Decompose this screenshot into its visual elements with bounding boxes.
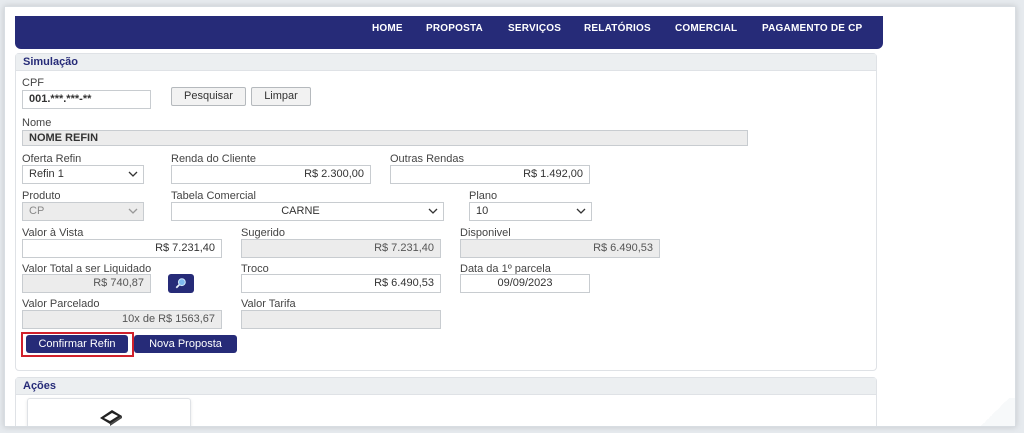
tabela-comercial-label: Tabela Comercial xyxy=(171,190,256,202)
confirmar-refin-button[interactable]: Confirmar Refin xyxy=(26,335,128,353)
valor-tarifa-label: Valor Tarifa xyxy=(241,298,296,310)
plano-label: Plano xyxy=(469,190,498,202)
nav-comercial[interactable]: COMERCIAL xyxy=(675,23,737,34)
chevron-down-icon xyxy=(128,171,138,177)
page-curl xyxy=(975,398,1015,426)
disponivel-label: Disponivel xyxy=(460,227,511,239)
tabela-comercial-select[interactable]: CARNE xyxy=(171,202,444,221)
nav-home[interactable]: HOME xyxy=(372,23,403,34)
top-navbar: HOME PROPOSTA SERVIÇOS RELATÓRIOS COMERC… xyxy=(15,16,883,49)
oferta-refin-value: Refin 1 xyxy=(29,168,64,180)
produto-select: CP xyxy=(22,202,144,221)
tabela-comercial-value: CARNE xyxy=(281,205,320,217)
nav-proposta[interactable]: PROPOSTA xyxy=(426,23,483,34)
nav-servicos[interactable]: SERVIÇOS xyxy=(508,23,561,34)
outras-rendas-input[interactable]: R$ 1.492,00 xyxy=(390,165,590,184)
troco-input[interactable]: R$ 6.490,53 xyxy=(241,274,441,293)
action-card[interactable] xyxy=(27,398,191,426)
chevron-down-icon xyxy=(428,208,438,214)
nav-relatorios[interactable]: RELATÓRIOS xyxy=(584,23,651,34)
chevron-down-icon xyxy=(576,208,586,214)
valor-parcelado-input: 10x de R$ 1563,67 xyxy=(22,310,222,329)
renda-cliente-label: Renda do Cliente xyxy=(171,153,257,165)
simulacao-panel: Simulação CPF 001.***.***-** Pesquisar L… xyxy=(15,53,877,371)
nav-pagamento-cp[interactable]: PAGAMENTO DE CP xyxy=(762,23,862,34)
simulacao-title: Simulação xyxy=(16,54,876,71)
valor-tarifa-input xyxy=(241,310,441,329)
chevron-down-icon xyxy=(128,208,138,214)
detalhes-button[interactable] xyxy=(168,274,194,293)
valor-total-input: R$ 740,87 xyxy=(22,274,151,293)
valor-vista-label: Valor à Vista xyxy=(22,227,84,239)
oferta-refin-label: Oferta Refin xyxy=(22,153,82,165)
oferta-refin-select[interactable]: Refin 1 xyxy=(22,165,144,184)
scanner-icon xyxy=(100,410,122,426)
nome-label: Nome xyxy=(22,117,52,129)
acoes-panel: Ações xyxy=(15,377,877,426)
data-parcela-input[interactable]: 09/09/2023 xyxy=(460,274,590,293)
sugerido-label: Sugerido xyxy=(241,227,286,239)
limpar-button[interactable]: Limpar xyxy=(251,87,311,106)
nova-proposta-button[interactable]: Nova Proposta xyxy=(134,335,237,353)
plano-value: 10 xyxy=(476,205,489,217)
cpf-label: CPF xyxy=(22,77,44,89)
outras-rendas-label: Outras Rendas xyxy=(390,153,464,165)
nome-input: NOME REFIN xyxy=(22,130,748,146)
cpf-input[interactable]: 001.***.***-** xyxy=(22,90,151,109)
acoes-title: Ações xyxy=(16,378,876,395)
sugerido-input: R$ 7.231,40 xyxy=(241,239,441,258)
pesquisar-button[interactable]: Pesquisar xyxy=(171,87,246,106)
magnifier-icon xyxy=(175,278,186,289)
produto-label: Produto xyxy=(22,190,61,202)
plano-select[interactable]: 10 xyxy=(469,202,592,221)
valor-parcelado-label: Valor Parcelado xyxy=(22,298,100,310)
renda-cliente-input[interactable]: R$ 2.300,00 xyxy=(171,165,371,184)
valor-vista-input[interactable]: R$ 7.231,40 xyxy=(22,239,222,258)
disponivel-input: R$ 6.490,53 xyxy=(460,239,660,258)
app-window: HOME PROPOSTA SERVIÇOS RELATÓRIOS COMERC… xyxy=(4,6,1016,427)
produto-value: CP xyxy=(29,205,45,217)
